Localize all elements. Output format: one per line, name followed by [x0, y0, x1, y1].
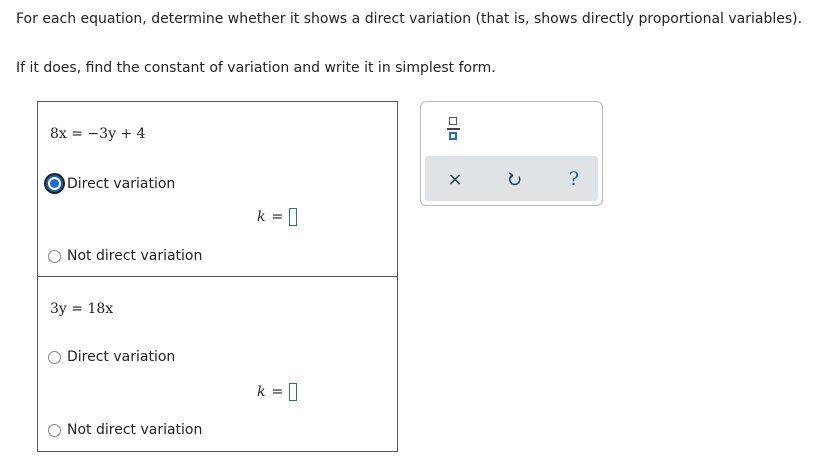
problem-2-not-direct-radio[interactable] [48, 423, 61, 437]
instruction-line-1: For each equation, determine whether it … [16, 11, 803, 27]
problem-1-not-direct-label: Not direct variation [67, 248, 203, 264]
fraction-denominator-box [449, 132, 457, 140]
problem-2-not-direct-variation-option[interactable]: Not direct variation [48, 422, 202, 438]
problem-1-box: 8x = −3y + 4 Direct variation k = Not di… [37, 101, 398, 277]
problem-1-direct-variation-option[interactable]: Direct variation [46, 175, 176, 192]
undo-icon-glyph [509, 171, 521, 185]
problem-1-direct-label: Direct variation [67, 175, 176, 192]
palette-action-bar: × ? [425, 156, 598, 201]
clear-button[interactable]: × [444, 168, 466, 190]
problem-2-k-input[interactable] [289, 383, 298, 401]
problem-2-k-label: k [257, 384, 266, 400]
fraction-icon[interactable] [444, 116, 464, 142]
problem-1-k-input[interactable] [289, 208, 298, 226]
fraction-numerator-box [449, 117, 457, 125]
problem-2-box: 3y = 18x Direct variation k = Not direct… [37, 276, 398, 452]
problem-1-k-equals: = [271, 209, 284, 225]
problem-2-constant-row: k = [257, 383, 298, 401]
problem-2-direct-radio[interactable] [48, 350, 61, 364]
problem-2-k-equals: = [271, 384, 284, 400]
problem-1-not-direct-radio[interactable] [48, 249, 61, 263]
problem-1-constant-row: k = [257, 208, 298, 226]
fraction-bar [447, 128, 460, 130]
undo-icon[interactable] [504, 168, 526, 190]
problem-2-direct-variation-option[interactable]: Direct variation [48, 349, 175, 365]
problem-2-direct-label: Direct variation [67, 349, 176, 365]
problem-1-direct-radio[interactable] [46, 175, 63, 192]
help-button[interactable]: ? [563, 168, 585, 190]
problem-1-equation: 8x = −3y + 4 [50, 126, 146, 142]
problem-2-not-direct-label: Not direct variation [67, 422, 203, 438]
problem-1-k-label: k [257, 209, 266, 225]
instruction-line-2: If it does, find the constant of variati… [16, 60, 496, 76]
problem-1-not-direct-variation-option[interactable]: Not direct variation [48, 248, 202, 264]
math-palette: × ? [420, 101, 603, 206]
problem-2-equation: 3y = 18x [50, 301, 114, 317]
